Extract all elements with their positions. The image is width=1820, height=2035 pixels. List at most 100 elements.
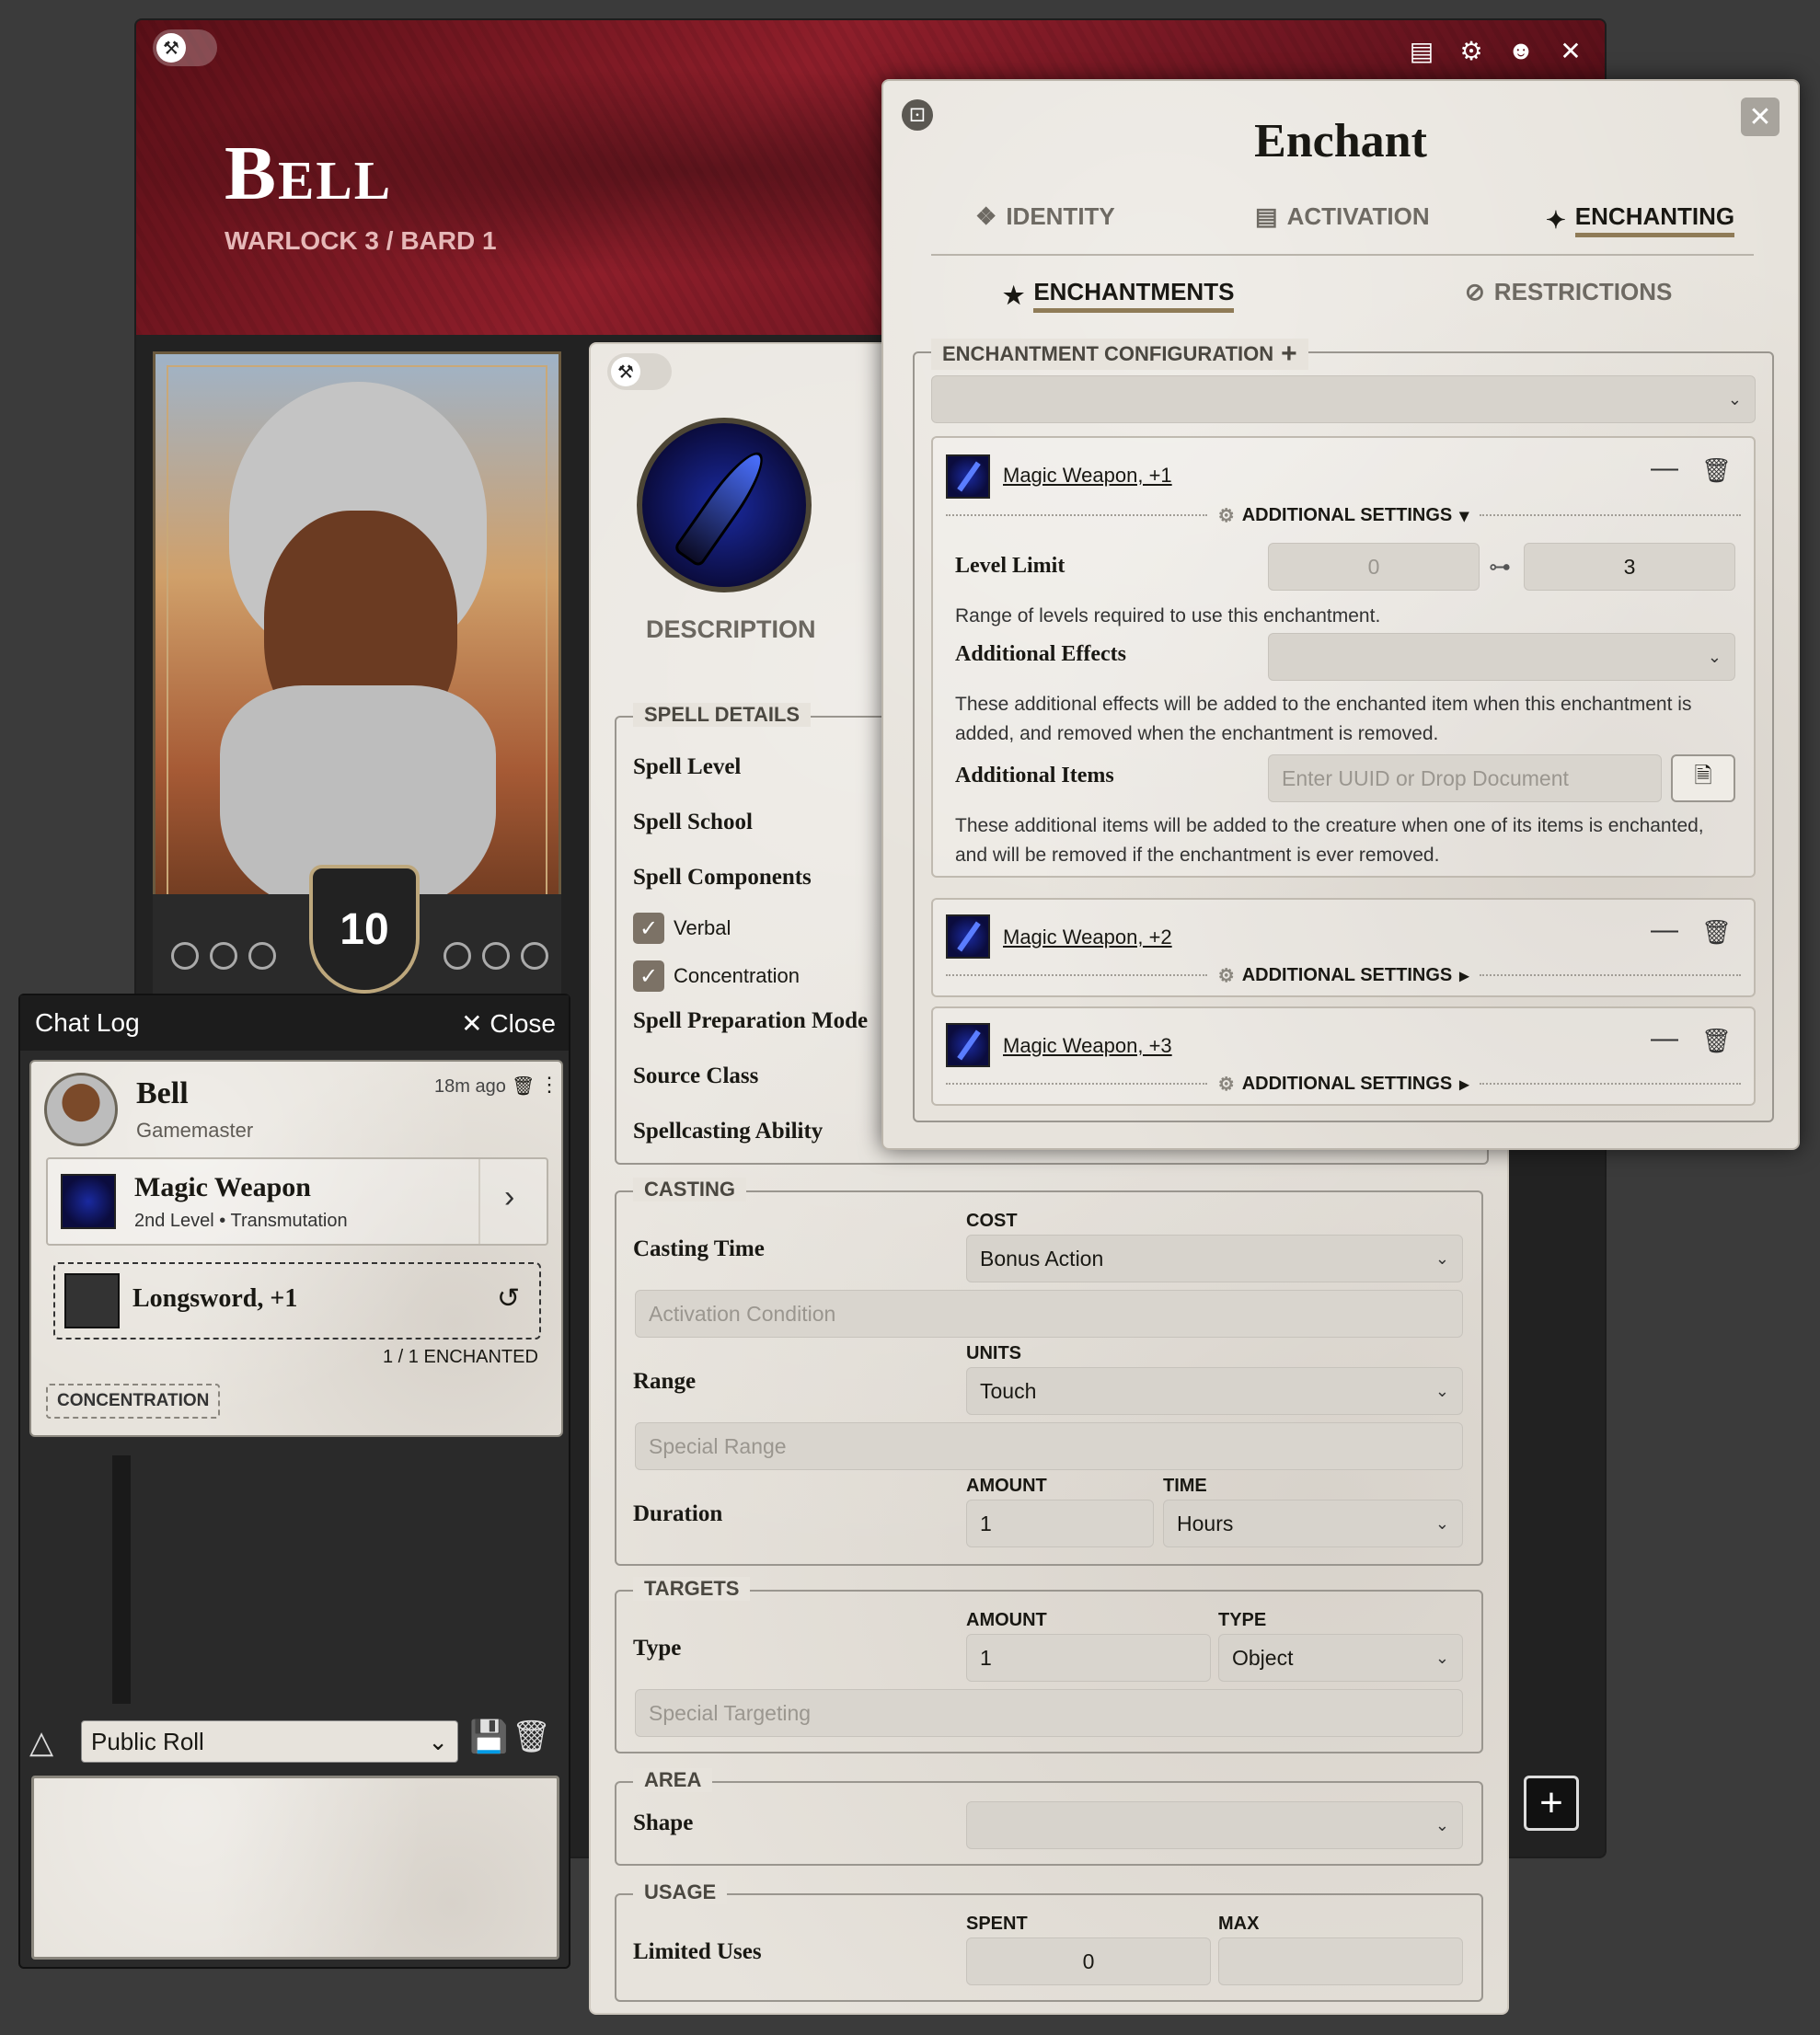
tokenizer-icon[interactable]: ▤ xyxy=(1406,35,1437,66)
enchantment-name-link[interactable]: Magic Weapon, +3 xyxy=(1003,1034,1172,1058)
trash-icon[interactable]: 🗑 xyxy=(1701,1027,1732,1055)
chat-message-input[interactable] xyxy=(31,1776,559,1960)
enchantment-name-link[interactable]: Magic Weapon, +2 xyxy=(1003,926,1172,949)
subtab-label: ENCHANTMENTS xyxy=(1033,278,1235,313)
d20-icon[interactable]: △ xyxy=(29,1724,53,1761)
duration-amount-input[interactable]: 1 xyxy=(966,1500,1154,1547)
additional-settings-label: ADDITIONAL SETTINGS xyxy=(1241,1073,1453,1094)
enchantment-card: Magic Weapon, +1 — 🗑 ⚙ ADDITIONAL SETTING… xyxy=(931,436,1756,878)
units-value: Touch xyxy=(980,1378,1037,1403)
additional-items-help: These additional items will be added to … xyxy=(955,815,1704,866)
undo-icon[interactable]: ↺ xyxy=(497,1282,520,1315)
item-edit-toggle[interactable]: ⚒ xyxy=(607,353,672,390)
chevron-down-icon: ⌄ xyxy=(1434,1815,1449,1834)
roll-mode-select[interactable]: Public Roll ⌄ xyxy=(81,1720,458,1763)
activation-condition-placeholder: Activation Condition xyxy=(649,1301,836,1326)
minus-icon[interactable]: — xyxy=(1651,914,1678,946)
level-limit-min-input[interactable]: 0 xyxy=(1268,543,1480,591)
character-class: WARLOCK 3 / BARD 1 xyxy=(225,226,497,255)
add-button[interactable]: + xyxy=(1524,1776,1579,1831)
edit-mode-toggle[interactable]: ⚒ xyxy=(153,29,217,66)
additional-settings-toggle[interactable]: ⚙ ADDITIONAL SETTINGS ▸ xyxy=(946,1073,1742,1095)
additional-effects-select[interactable]: ⌄ xyxy=(1268,633,1735,681)
gear-icon[interactable]: ⚙ xyxy=(1456,35,1487,66)
death-save-pip[interactable] xyxy=(521,942,548,970)
target-type-col-label: TYPE xyxy=(1218,1610,1267,1630)
death-save-pip[interactable] xyxy=(248,942,276,970)
chevron-down-icon: ⌄ xyxy=(1727,389,1742,408)
trash-icon[interactable]: 🗑 xyxy=(512,1075,535,1098)
spell-components-label: Spell Components xyxy=(633,865,812,890)
level-badge: 10 xyxy=(309,865,420,994)
additional-effects-help: These additional effects will be added t… xyxy=(955,694,1692,744)
dotted-divider xyxy=(1480,1083,1742,1085)
chevron-down-icon: ⌄ xyxy=(1434,1248,1449,1268)
shape-select[interactable]: ⌄ xyxy=(966,1801,1463,1849)
range-units-select[interactable]: Touch ⌄ xyxy=(966,1367,1463,1415)
trash-icon[interactable]: 🗑 xyxy=(1701,456,1732,485)
special-range-input[interactable]: Special Range xyxy=(635,1422,1463,1470)
source-class-label: Source Class xyxy=(633,1063,759,1088)
target-amount-label: AMOUNT xyxy=(966,1610,1047,1630)
trash-icon[interactable]: 🗑 xyxy=(512,1719,551,1755)
concentration-checkbox[interactable]: ✓ xyxy=(633,960,664,992)
duration-time-select[interactable]: Hours ⌄ xyxy=(1163,1500,1463,1547)
spell-image[interactable] xyxy=(637,418,812,592)
longsword-icon xyxy=(64,1273,120,1328)
dotted-divider xyxy=(1480,974,1742,976)
dotted-divider xyxy=(946,1083,1207,1085)
trash-icon[interactable]: 🗑 xyxy=(1701,918,1732,947)
verbal-checkbox[interactable]: ✓ xyxy=(633,913,664,944)
additional-settings-toggle[interactable]: ⚙ ADDITIONAL SETTINGS ▸ xyxy=(946,964,1742,986)
subtab-restrictions[interactable]: ⊘ RESTRICTIONS xyxy=(1465,278,1672,306)
uses-spent-input[interactable]: 0 xyxy=(966,1937,1211,1985)
tab-activation[interactable]: ▤ ACTIVATION xyxy=(1255,202,1430,231)
enchant-dialog: ⚀ ✕ Enchant ❖ IDENTITY ▤ ACTIVATION ✦ ENCHA… xyxy=(881,79,1800,1150)
chevron-down-icon: ⌄ xyxy=(1434,1513,1449,1533)
tab-description[interactable]: DESCRIPTION xyxy=(646,615,816,644)
death-save-pip[interactable] xyxy=(482,942,510,970)
user-icon[interactable]: ☻ xyxy=(1505,35,1537,66)
tab-identity[interactable]: ❖ IDENTITY xyxy=(975,202,1115,231)
additional-items-input[interactable]: Enter UUID or Drop Document xyxy=(1268,754,1662,802)
more-options-icon[interactable]: ⋮ xyxy=(539,1073,559,1097)
target-type-select[interactable]: Object ⌄ xyxy=(1218,1634,1463,1682)
add-icon[interactable]: + xyxy=(1281,339,1297,370)
cost-select[interactable]: Bonus Action ⌄ xyxy=(966,1235,1463,1282)
enchanted-item-drop[interactable]: Longsword, +1 ↺ xyxy=(53,1262,541,1339)
add-document-button[interactable]: 🗎 xyxy=(1671,754,1735,802)
tab-label: IDENTITY xyxy=(1006,202,1115,230)
chevron-right-icon[interactable]: › xyxy=(504,1179,514,1215)
additional-settings-toggle[interactable]: ⚙ ADDITIONAL SETTINGS ▾ xyxy=(946,504,1742,526)
header-controls: ▤ ⚙ ☻ ✕ xyxy=(1406,35,1586,66)
ban-icon: ⊘ xyxy=(1465,278,1485,305)
death-save-pip[interactable] xyxy=(443,942,471,970)
enchantment-card: Magic Weapon, +2 — 🗑 ⚙ ADDITIONAL SETTING… xyxy=(931,898,1756,997)
chat-close-button[interactable]: ✕ Close xyxy=(461,1008,556,1039)
gears-icon: ⚙ xyxy=(1217,965,1235,986)
concentration-tag: CONCENTRATION xyxy=(46,1384,221,1419)
save-icon[interactable]: 💾 xyxy=(469,1719,508,1755)
target-amount-input[interactable]: 1 xyxy=(966,1634,1211,1682)
death-save-pip[interactable] xyxy=(171,942,199,970)
enchantment-config-select[interactable]: ⌄ xyxy=(931,375,1756,423)
close-icon[interactable]: ✕ xyxy=(1555,35,1586,66)
enchantment-name-link[interactable]: Magic Weapon, +1 xyxy=(1003,464,1172,488)
tab-label: ACTIVATION xyxy=(1286,202,1430,230)
uses-max-input[interactable] xyxy=(1218,1937,1463,1985)
level-limit-max-input[interactable]: 3 xyxy=(1524,543,1735,591)
divider xyxy=(931,254,1754,256)
minus-icon[interactable]: — xyxy=(1651,453,1678,484)
death-save-pip[interactable] xyxy=(210,942,237,970)
special-targeting-placeholder: Special Targeting xyxy=(649,1700,812,1725)
level-limit-label: Level Limit xyxy=(955,554,1066,578)
subtab-enchantments[interactable]: ★ ENCHANTMENTS xyxy=(1003,278,1235,313)
tab-enchanting[interactable]: ✦ ENCHANTING xyxy=(1546,202,1735,237)
enchanted-count: 1 / 1 ENCHANTED xyxy=(383,1347,538,1367)
character-portrait[interactable] xyxy=(153,351,561,915)
activation-condition-input[interactable]: Activation Condition xyxy=(635,1290,1463,1338)
minus-icon[interactable]: — xyxy=(1651,1023,1678,1054)
spell-card[interactable]: Magic Weapon 2nd Level • Transmutation › xyxy=(46,1157,548,1246)
shape-label: Shape xyxy=(633,1811,694,1835)
special-targeting-input[interactable]: Special Targeting xyxy=(635,1689,1463,1737)
